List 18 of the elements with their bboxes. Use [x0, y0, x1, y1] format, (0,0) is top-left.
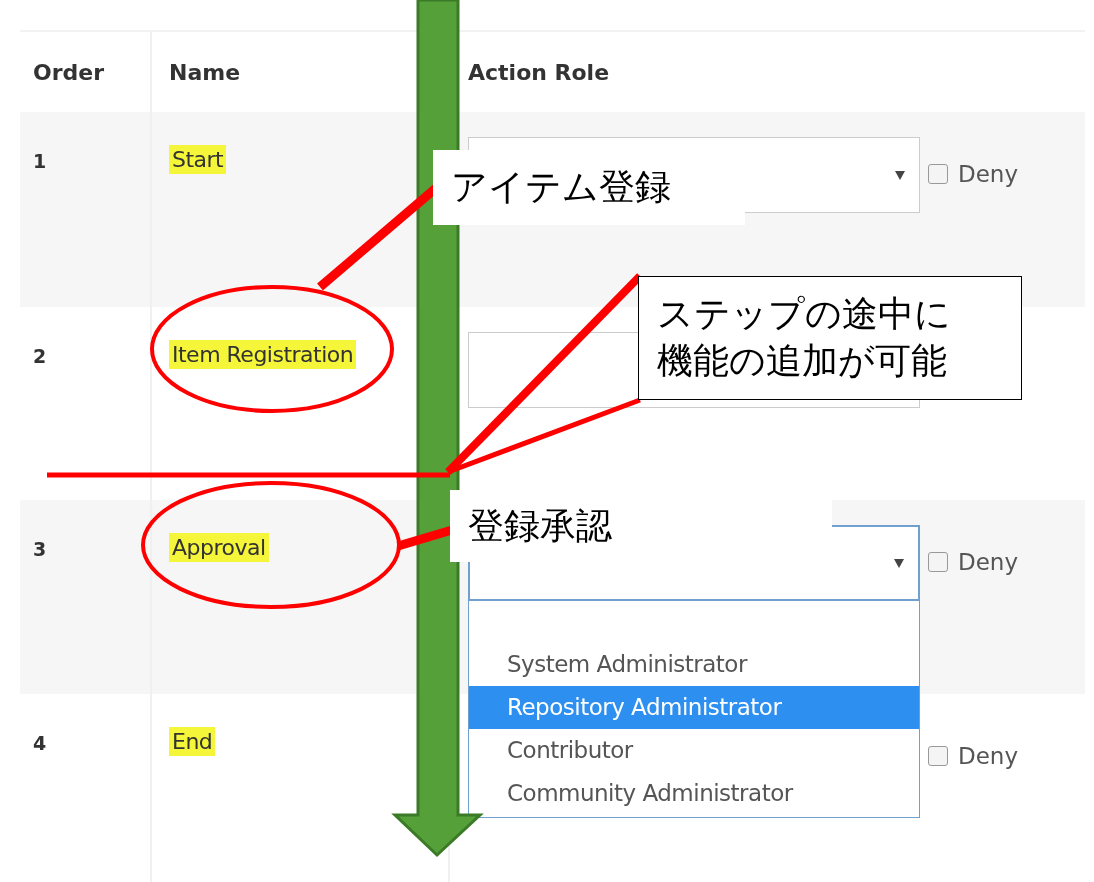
order-number: 2 [33, 345, 47, 367]
step-name: Approval [169, 533, 269, 562]
deny-label: Deny [958, 743, 1019, 769]
callout-text: 機能の追加が可能 [657, 339, 947, 383]
step-name: Start [169, 145, 227, 174]
order-number: 4 [33, 732, 47, 754]
column-header: Name [169, 60, 241, 85]
step-name: Item Registration [169, 340, 357, 369]
deny-label: Deny [958, 549, 1019, 575]
column-header: Action Role [468, 60, 610, 85]
column-header: Order [33, 60, 105, 85]
callout-text: ステップの途中に [657, 292, 951, 337]
order-number: 3 [33, 538, 47, 560]
order-number: 1 [33, 150, 47, 172]
callout-text: アイテム登録 [451, 165, 671, 210]
step-name: End [169, 727, 216, 756]
deny-label: Deny [958, 161, 1019, 187]
callout-text: 登録承認 [468, 503, 612, 548]
